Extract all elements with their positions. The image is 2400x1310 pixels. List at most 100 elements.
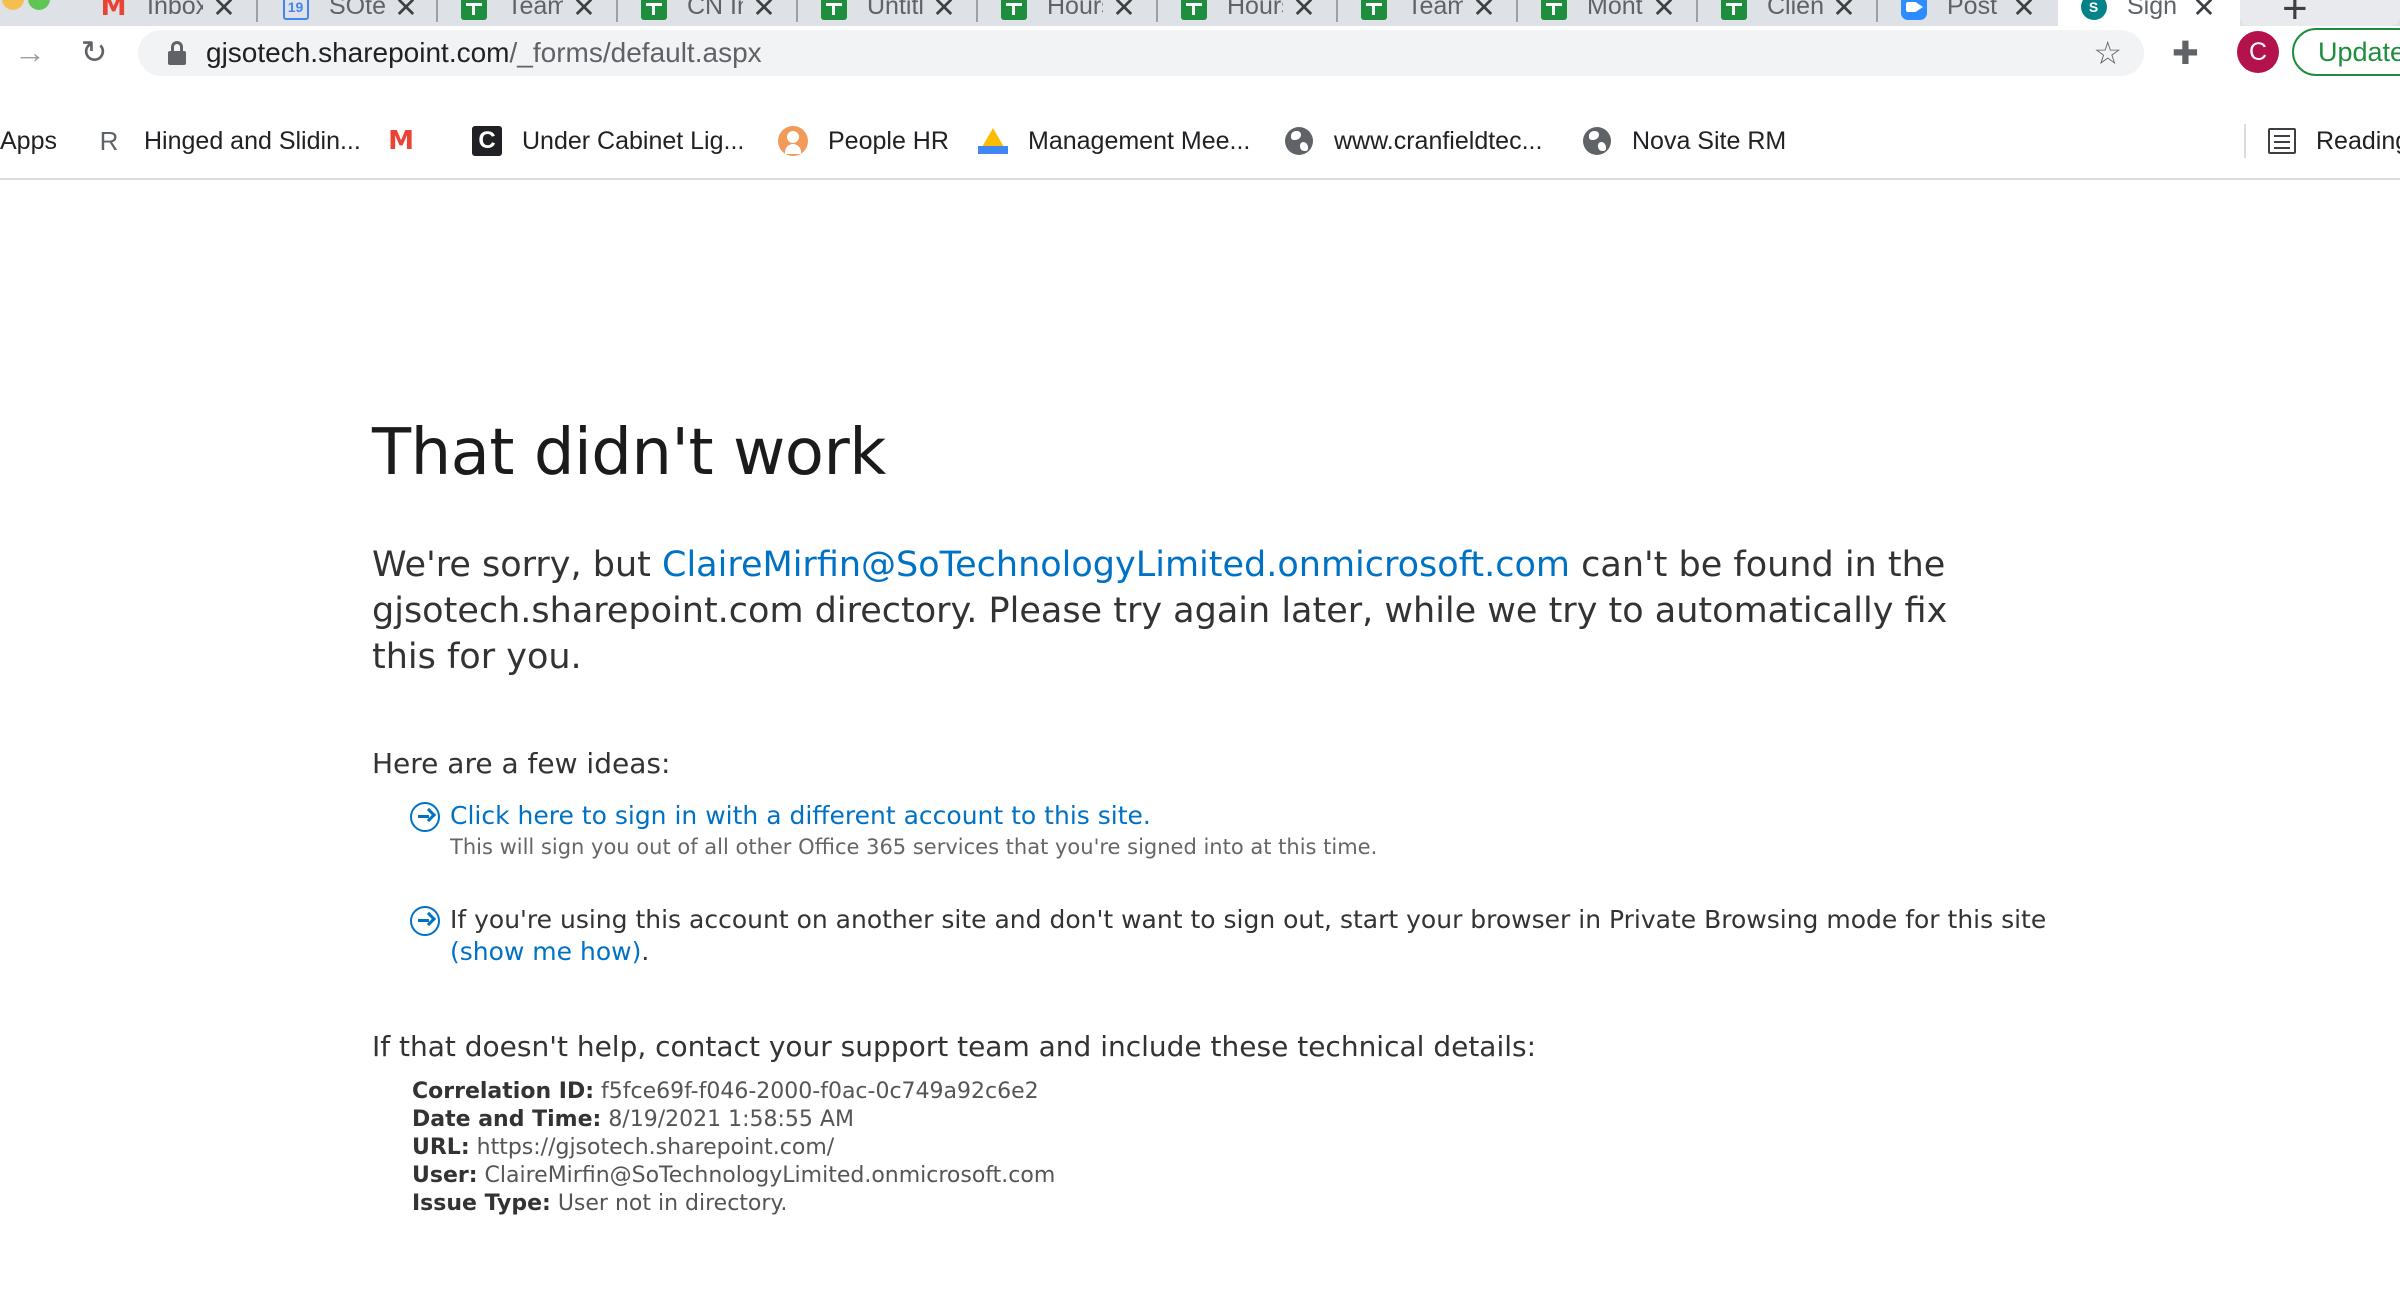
tab-sotech[interactable]: 19 SOtech ✕ — [282, 0, 419, 26]
tab-inbox[interactable]: M Inbox ✕ — [100, 0, 237, 26]
bookmark-gmail[interactable]: M — [386, 124, 436, 158]
tab-month[interactable]: Month ✕ — [1540, 0, 1677, 26]
sharepoint-icon: S — [2080, 0, 2107, 20]
bookmark-nova[interactable]: Nova Site RM — [1582, 124, 1786, 158]
tab-title: Untitled — [867, 0, 923, 20]
close-tab-icon[interactable]: ✕ — [1291, 0, 1317, 24]
google-drive-icon — [978, 128, 1008, 154]
tab-title: Month — [1587, 0, 1643, 20]
technical-details: Correlation ID: f5fce69f-f046-2000-f0ac-… — [412, 1078, 1055, 1218]
lock-icon — [166, 41, 188, 65]
plus-icon: + — [2282, 0, 2308, 26]
sign-in-different-account-link[interactable]: Click here to sign in with a different a… — [450, 801, 1151, 830]
close-tab-icon[interactable]: ✕ — [393, 0, 419, 24]
tab-title: Team — [1407, 0, 1463, 20]
close-tab-icon[interactable]: ✕ — [931, 0, 957, 24]
browser-toolbar: → ↻ gjsotech.sharepoint.com/_forms/defau… — [0, 26, 2400, 78]
tab-title: Team — [507, 0, 563, 20]
reload-icon: ↻ — [80, 34, 108, 70]
forward-button[interactable]: → — [8, 30, 52, 74]
bookmark-under-cabinet[interactable]: C Under Cabinet Lig... — [472, 124, 744, 158]
reload-button[interactable]: ↻ — [72, 30, 116, 74]
extensions-icon[interactable]: ✚ — [2172, 34, 2199, 72]
tab-client[interactable]: Client ✕ — [1720, 0, 1857, 26]
close-tab-icon[interactable]: ✕ — [1831, 0, 1857, 24]
tab-title: Hours — [1227, 0, 1283, 20]
idea-sign-in-different-account: Click here to sign in with a different a… — [410, 800, 2030, 862]
tab-team-2[interactable]: Team ✕ — [1360, 0, 1497, 26]
tab-title: Hours — [1047, 0, 1103, 20]
close-tab-icon[interactable]: ✕ — [2011, 0, 2037, 24]
close-tab-icon[interactable]: ✕ — [1471, 0, 1497, 24]
people-hr-icon — [778, 126, 808, 156]
tab-title: Post — [1947, 0, 1998, 20]
globe-icon — [1285, 127, 1313, 155]
tab-team[interactable]: Team ✕ — [460, 0, 597, 26]
address-bar[interactable]: gjsotech.sharepoint.com/_forms/default.a… — [138, 30, 2144, 76]
sheets-icon — [1540, 0, 1567, 20]
minimize-window-button[interactable] — [2, 0, 24, 10]
globe-icon — [1583, 127, 1611, 155]
tab-untitled[interactable]: Untitled ✕ — [820, 0, 957, 26]
bookmark-apps[interactable]: Apps — [0, 124, 57, 158]
update-button[interactable]: Update — [2292, 28, 2400, 76]
tab-cn-in[interactable]: CN In ✕ — [640, 0, 777, 26]
arrow-circle-icon — [410, 802, 440, 832]
profile-avatar[interactable]: C — [2237, 31, 2279, 73]
date-time-row: Date and Time: 8/19/2021 1:58:55 AM — [412, 1107, 854, 1132]
bookmark-people-hr[interactable]: People HR — [778, 124, 949, 158]
url-row: URL: https://gjsotech.sharepoint.com/ — [412, 1135, 835, 1160]
close-tab-icon[interactable]: ✕ — [571, 0, 597, 24]
tab-title: Client — [1767, 0, 1823, 20]
sheets-icon — [460, 0, 487, 20]
tab-strip: M Inbox ✕ 19 SOtech ✕ Team ✕ CN In ✕ Unt… — [0, 0, 2400, 26]
close-tab-icon[interactable]: ✕ — [2191, 0, 2217, 24]
correlation-id-row: Correlation ID: f5fce69f-f046-2000-f0ac-… — [412, 1079, 1039, 1104]
new-tab-button[interactable]: + — [2262, 0, 2400, 26]
reading-list-icon — [2268, 128, 2296, 154]
tab-title: CN In — [687, 0, 743, 20]
tab-hours-2[interactable]: Hours ✕ — [1180, 0, 1317, 26]
idea-private-browsing: If you're using this account on another … — [410, 904, 2050, 968]
reading-list-button[interactable]: Reading — [2244, 124, 2400, 158]
tab-title: Sign — [2127, 0, 2178, 20]
tab-title: Inbox — [147, 0, 203, 20]
bookmark-hinged[interactable]: R Hinged and Slidin... — [94, 124, 361, 158]
issue-type-row: Issue Type: User not in directory. — [412, 1191, 788, 1216]
c-logo-icon: C — [472, 126, 502, 156]
url-text: gjsotech.sharepoint.com/_forms/default.a… — [206, 37, 762, 68]
close-tab-icon[interactable]: ✕ — [1111, 0, 1137, 24]
user-email-link[interactable]: ClaireMirfin@SoTechnologyLimited.onmicro… — [662, 545, 1570, 585]
arrow-right-icon: → — [14, 33, 46, 70]
close-tab-icon[interactable]: ✕ — [751, 0, 777, 24]
calendar-icon: 19 — [282, 0, 309, 20]
bookmark-management[interactable]: Management Mee... — [978, 124, 1250, 158]
support-label: If that doesn't help, contact your suppo… — [372, 1030, 1537, 1063]
bookmark-star-icon[interactable]: ☆ — [2093, 34, 2122, 72]
sheets-icon — [1720, 0, 1747, 20]
bookmarks-bar: Apps R Hinged and Slidin... M C Under Ca… — [0, 78, 2400, 180]
tab-sign-in-active[interactable]: S Sign ✕ — [2058, 0, 2240, 26]
close-tab-icon[interactable]: ✕ — [211, 0, 237, 24]
tab-hours[interactable]: Hours ✕ — [1000, 0, 1137, 26]
tab-post[interactable]: Post ✕ — [1900, 0, 2037, 26]
sheets-icon — [1180, 0, 1207, 20]
sheets-icon — [1360, 0, 1387, 20]
sheets-icon — [640, 0, 667, 20]
sheets-icon — [1000, 0, 1027, 20]
bookmark-cranfield[interactable]: www.cranfieldtec... — [1284, 124, 1542, 158]
error-message: We're sorry, but ClaireMirfin@SoTechnolo… — [372, 545, 1948, 677]
zoom-icon — [1900, 0, 1927, 20]
r-letter-icon: R — [99, 125, 119, 156]
ideas-label: Here are a few ideas: — [372, 747, 671, 780]
close-tab-icon[interactable]: ✕ — [1651, 0, 1677, 24]
tab-title: SOtech — [329, 0, 385, 20]
page-title: That didn't work — [372, 416, 886, 490]
sheets-icon — [820, 0, 847, 20]
gmail-icon: M — [388, 126, 414, 156]
show-me-how-link[interactable]: (show me how) — [450, 937, 641, 966]
zoom-window-button[interactable] — [28, 0, 50, 10]
gmail-icon: M — [100, 0, 127, 22]
sign-out-note: This will sign you out of all other Offi… — [450, 835, 1378, 859]
arrow-circle-icon — [410, 906, 440, 936]
